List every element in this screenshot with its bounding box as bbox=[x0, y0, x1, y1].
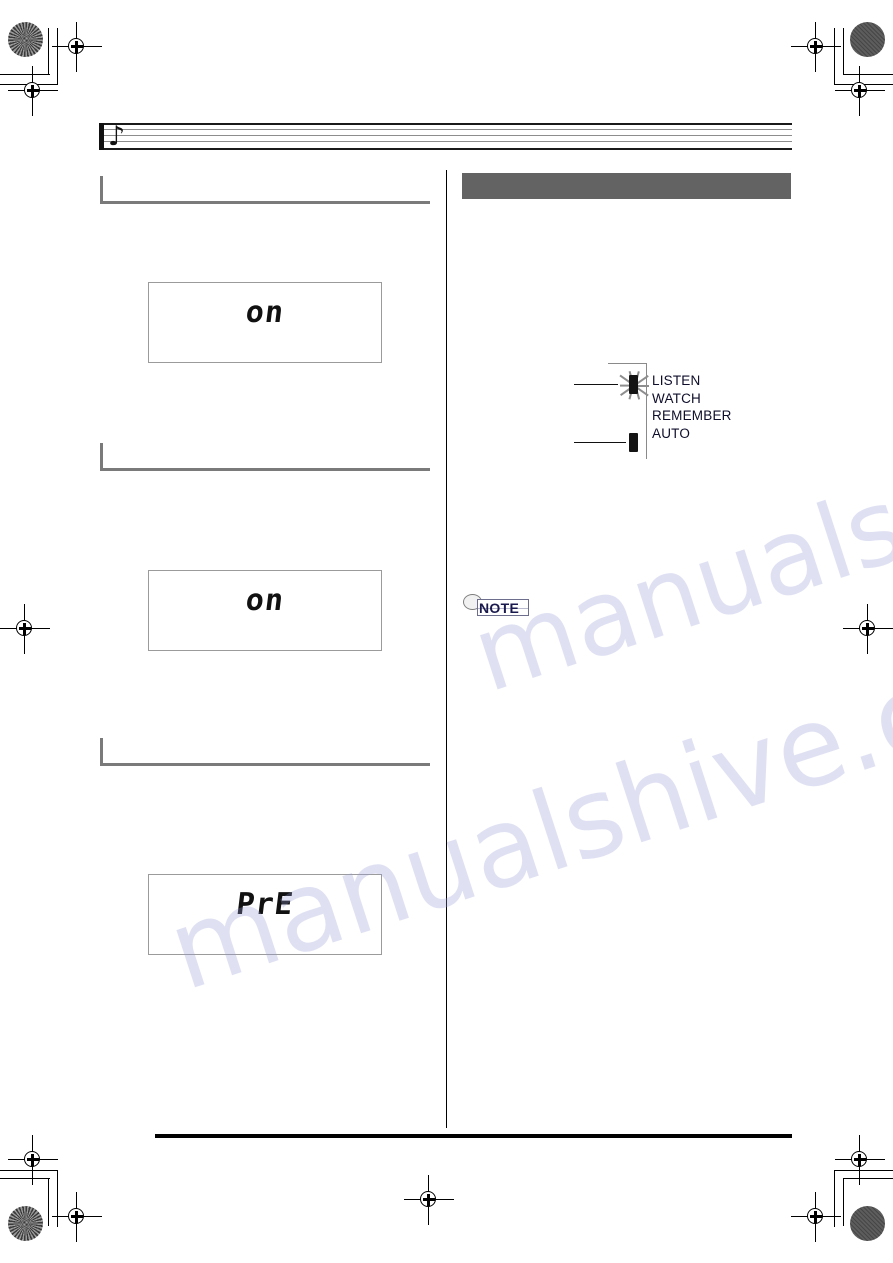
crop-mark-icon bbox=[48, 1178, 50, 1226]
registration-target-icon bbox=[52, 22, 102, 72]
crop-mark-icon bbox=[57, 28, 59, 85]
registration-target-icon bbox=[791, 1192, 841, 1242]
crop-mark-icon bbox=[57, 1170, 59, 1227]
registration-target-icon bbox=[835, 66, 885, 116]
print-marks-layer bbox=[0, 0, 893, 1263]
registration-target-icon bbox=[835, 1135, 885, 1185]
manual-page: manualshive.com manualshive.com ♪ on on … bbox=[0, 0, 893, 1263]
halftone-patch-icon bbox=[850, 1206, 885, 1241]
halftone-patch-icon bbox=[8, 22, 43, 57]
crop-mark-icon bbox=[843, 1178, 845, 1226]
registration-target-icon bbox=[843, 604, 893, 654]
crop-mark-icon bbox=[48, 28, 50, 75]
registration-target-icon bbox=[791, 22, 841, 72]
registration-target-icon bbox=[8, 66, 58, 116]
registration-target-icon bbox=[8, 1135, 58, 1185]
registration-target-icon bbox=[404, 1175, 454, 1225]
registration-target-icon bbox=[0, 604, 50, 654]
registration-target-icon bbox=[52, 1192, 102, 1242]
crop-mark-icon bbox=[834, 28, 836, 85]
crop-mark-icon bbox=[0, 1178, 50, 1180]
crop-mark-icon bbox=[843, 1178, 893, 1180]
crop-mark-icon bbox=[843, 28, 845, 75]
halftone-patch-icon bbox=[8, 1206, 43, 1241]
crop-mark-icon bbox=[834, 1170, 836, 1227]
halftone-patch-icon bbox=[850, 22, 885, 57]
